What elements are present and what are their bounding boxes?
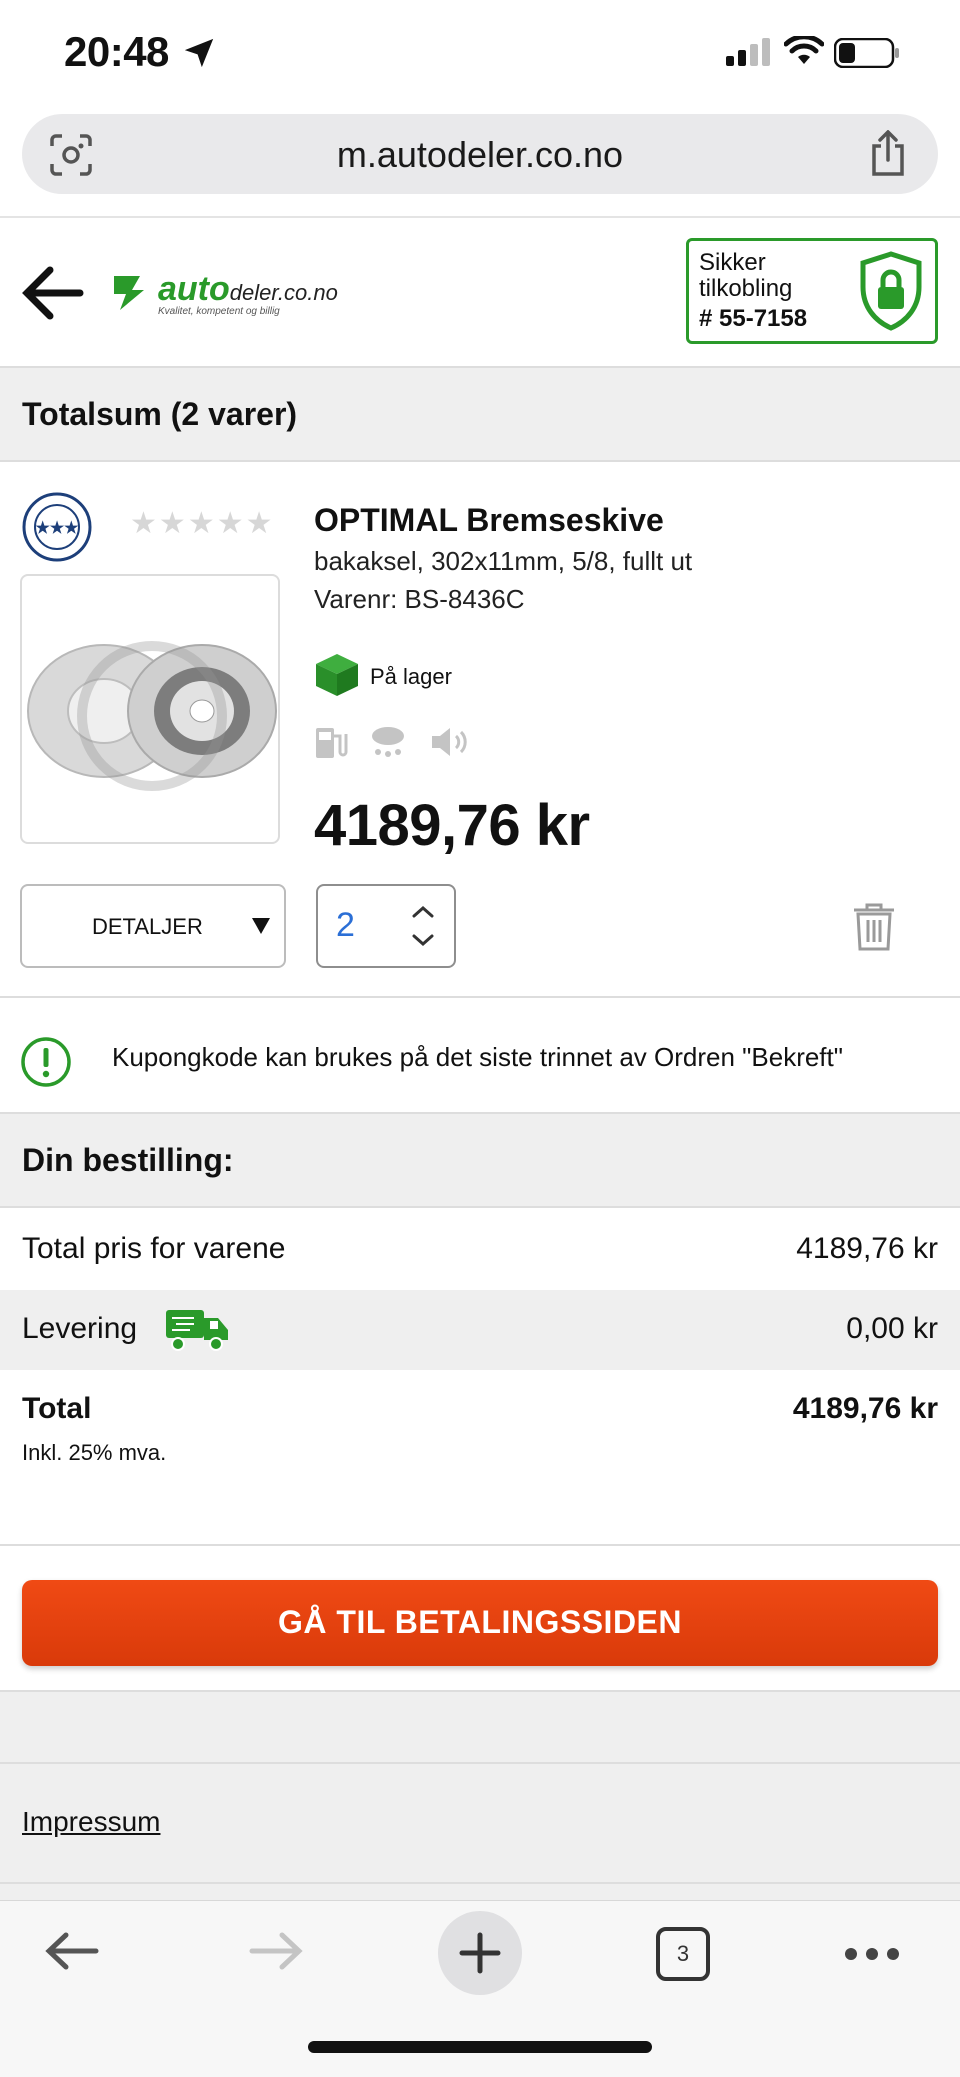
caret-down-icon	[252, 918, 270, 934]
logo-word: autodeler.co.no	[158, 270, 338, 308]
quantity-value[interactable]: 2	[336, 906, 355, 945]
divider	[0, 1882, 960, 1884]
new-tab-button[interactable]	[438, 1911, 522, 1995]
chevron-down-icon	[412, 934, 434, 947]
order-row-delivery: Levering 0,00 kr	[0, 1290, 960, 1370]
product-price: 4189,76 kr	[314, 793, 590, 858]
delivery-label: Levering	[22, 1312, 138, 1345]
star-icon: ★	[216, 507, 246, 540]
details-dropdown-button[interactable]: DETALJER	[20, 884, 286, 968]
noise-icon	[432, 728, 467, 756]
logo-word-small: deler.co.no	[229, 280, 338, 305]
product-sku: Varenr: BS-8436C	[314, 584, 525, 614]
signal-icon	[726, 38, 770, 66]
url-text: m.autodeler.co.no	[336, 134, 624, 175]
rain-icon	[372, 727, 404, 757]
total-label: Total	[22, 1392, 92, 1425]
order-title: Din bestilling:	[22, 1142, 234, 1178]
coupon-notice: Kupongkode kan brukes på det siste trinn…	[0, 1000, 960, 1114]
more-icon[interactable]	[844, 1947, 900, 1961]
delivery-truck-icon	[166, 1310, 228, 1351]
status-bar: 20:48	[0, 0, 960, 108]
chevron-up-icon	[412, 905, 434, 918]
star-icon: ★	[245, 507, 275, 540]
delivery-value: 0,00 kr	[846, 1312, 938, 1345]
location-arrow-icon	[184, 38, 214, 68]
shield-lock-icon	[860, 251, 922, 331]
cart-item: ★★★ ★★★★★ OPTIMAL Bremseskive bakaksel, …	[0, 462, 960, 998]
cart-title: Totalsum (2 varer)	[22, 396, 298, 432]
brake-disc-image	[27, 641, 277, 791]
trash-icon[interactable]	[852, 902, 896, 952]
impressum-link[interactable]: Impressum	[22, 1806, 160, 1838]
order-row-items: Total pris for varene 4189,76 kr	[0, 1210, 960, 1290]
items-total-label: Total pris for varene	[22, 1232, 286, 1265]
secure-line2: tilkobling	[699, 275, 793, 302]
quantity-arrows[interactable]	[410, 902, 436, 950]
divider	[0, 1544, 960, 1546]
star-icon: ★	[130, 507, 159, 540]
share-icon[interactable]	[868, 130, 908, 178]
star-icon: ★	[187, 507, 217, 540]
battery-icon	[834, 38, 899, 68]
secure-line1: Sikker	[699, 249, 766, 276]
home-indicator	[308, 2041, 652, 2053]
back-arrow-icon[interactable]	[18, 258, 88, 328]
box-icon	[316, 654, 358, 696]
plus-icon	[459, 1932, 501, 1974]
address-bar[interactable]: m.autodeler.co.no	[22, 114, 938, 194]
status-time: 20:48	[64, 28, 169, 75]
quantity-stepper[interactable]: 2	[316, 884, 456, 968]
vat-note: Inkl. 25% mva.	[22, 1440, 167, 1465]
product-description: bakaksel, 302x11mm, 5/8, fullt ut	[314, 546, 693, 576]
browser-back-icon[interactable]	[44, 1931, 100, 1971]
star-icon: ★	[158, 507, 188, 540]
stock-status: På lager	[370, 664, 452, 689]
logo-tagline: Kvalitet, kompetent og billig	[158, 306, 280, 317]
product-name[interactable]: OPTIMAL Bremseskive	[314, 502, 664, 539]
browser-forward-icon[interactable]	[248, 1931, 304, 1971]
order-summary-band: Din bestilling:	[0, 1112, 960, 1208]
total-value: 4189,76 kr	[792, 1392, 938, 1425]
tabs-button[interactable]: 3	[656, 1927, 710, 1981]
secure-id: # 55-7158	[699, 305, 808, 332]
site-header: autodeler.co.no Kvalitet, kompetent og b…	[0, 218, 960, 368]
go-to-payment-label: GÅ TIL BETALINGSSIDEN	[278, 1604, 682, 1640]
wifi-icon	[784, 36, 824, 64]
fuel-icon	[316, 728, 348, 758]
go-to-payment-button[interactable]: GÅ TIL BETALINGSSIDEN	[22, 1580, 938, 1666]
svg-text:★★★: ★★★	[35, 520, 79, 537]
rating-stars: ★★★★★	[130, 506, 275, 541]
alert-circle-icon	[21, 1037, 71, 1087]
divider	[0, 1762, 960, 1764]
footer-area	[0, 1690, 960, 1900]
product-image[interactable]	[20, 574, 280, 844]
items-total-value: 4189,76 kr	[796, 1232, 938, 1265]
logo-mark-icon	[114, 276, 144, 310]
details-label: DETALJER	[92, 914, 203, 939]
cart-summary-band: Totalsum (2 varer)	[0, 366, 960, 462]
browser-toolbar: 3	[0, 1900, 960, 2077]
brand-logo-optimal: ★★★	[22, 492, 92, 562]
order-row-total: Total 4189,76 kr Inkl. 25% mva.	[0, 1370, 960, 1480]
secure-connection-badge: Sikker tilkobling # 55-7158	[686, 238, 938, 344]
coupon-text: Kupongkode kan brukes på det siste trinn…	[112, 1042, 843, 1072]
